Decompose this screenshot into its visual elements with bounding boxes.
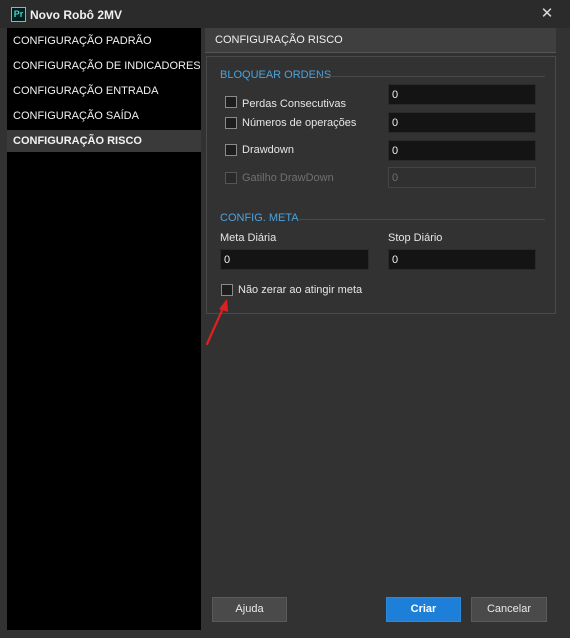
risk-panel: BLOQUEAR ORDENS Perdas Consecutivas Núme… [206, 56, 556, 314]
meta-diaria-input[interactable] [220, 249, 369, 270]
numeros-operacoes-input[interactable] [388, 112, 536, 133]
create-button[interactable]: Criar [386, 597, 461, 622]
perdas-consecutivas-checkbox[interactable] [225, 96, 237, 108]
group-title-config-meta: CONFIG. META [220, 212, 299, 224]
drawdown-checkbox[interactable] [225, 144, 237, 156]
title-bar: Pr Novo Robô 2MV ✕ [0, 0, 570, 28]
group-divider [299, 219, 545, 220]
checkbox-row-gatilho-drawdown: Gatilho DrawDown [225, 170, 334, 186]
drawdown-input[interactable] [388, 140, 536, 161]
sidebar-item-configuracao-entrada[interactable]: CONFIGURAÇÃO ENTRADA [7, 80, 201, 102]
checkbox-row-nao-zerar[interactable]: Não zerar ao atingir meta [221, 282, 362, 298]
sidebar: CONFIGURAÇÃO PADRÃO CONFIGURAÇÃO DE INDI… [7, 28, 201, 630]
window-title: Novo Robô 2MV [30, 8, 122, 22]
gatilho-drawdown-checkbox [225, 172, 237, 184]
sidebar-item-configuracao-indicadores[interactable]: CONFIGURAÇÃO DE INDICADORES [7, 55, 201, 77]
nao-zerar-checkbox[interactable] [221, 284, 233, 296]
cancel-button[interactable]: Cancelar [471, 597, 547, 622]
perdas-consecutivas-input[interactable] [388, 84, 536, 105]
sidebar-item-configuracao-padrao[interactable]: CONFIGURAÇÃO PADRÃO [7, 30, 201, 52]
sidebar-item-configuracao-saida[interactable]: CONFIGURAÇÃO SAÍDA [7, 105, 201, 127]
gatilho-drawdown-input [388, 167, 536, 188]
sidebar-item-configuracao-risco[interactable]: CONFIGURAÇÃO RISCO [7, 130, 201, 152]
stop-diario-input[interactable] [388, 249, 536, 270]
close-icon[interactable]: ✕ [536, 3, 558, 25]
checkbox-row-numeros-operacoes[interactable]: Números de operações [225, 115, 356, 131]
gatilho-drawdown-label: Gatilho DrawDown [242, 172, 334, 184]
stop-diario-label: Stop Diário [388, 232, 443, 244]
meta-diaria-label: Meta Diária [220, 232, 277, 244]
perdas-consecutivas-label: Perdas Consecutivas [242, 98, 346, 110]
numeros-operacoes-label: Números de operações [242, 117, 357, 129]
numeros-operacoes-checkbox[interactable] [225, 117, 237, 129]
section-title: CONFIGURAÇÃO RISCO [205, 28, 556, 53]
checkbox-row-drawdown[interactable]: Drawdown [225, 142, 294, 158]
checkbox-row-perdas-consecutivas[interactable]: Perdas Consecutivas [225, 94, 346, 110]
app-icon: Pr [11, 7, 26, 22]
group-title-bloquear-ordens: BLOQUEAR ORDENS [220, 69, 332, 81]
help-button[interactable]: Ajuda [212, 597, 287, 622]
group-divider [319, 76, 545, 77]
content-area: CONFIGURAÇÃO RISCO BLOQUEAR ORDENS Perda… [201, 28, 563, 630]
nao-zerar-label: Não zerar ao atingir meta [238, 284, 363, 296]
drawdown-label: Drawdown [242, 144, 294, 156]
